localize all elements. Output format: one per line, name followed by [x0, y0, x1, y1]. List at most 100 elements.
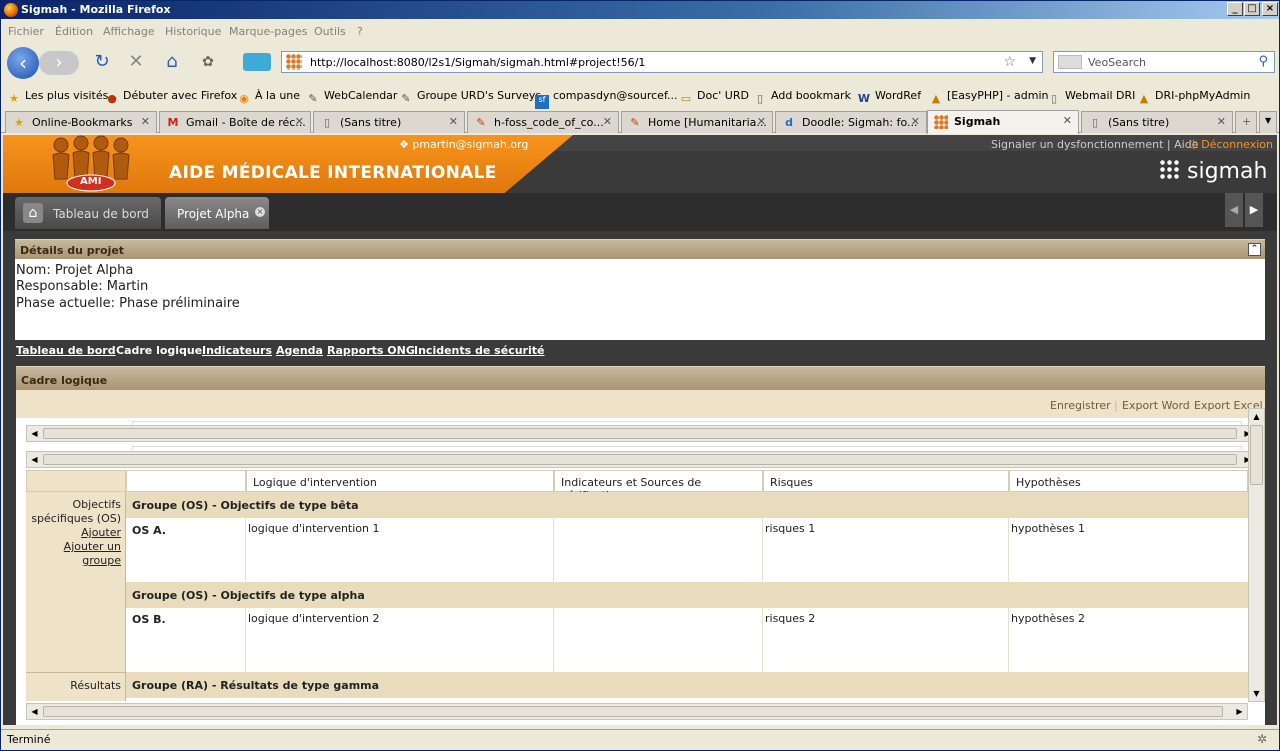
cell-hypotheses[interactable]: hypothèses 1	[1009, 518, 1248, 582]
browser-tab[interactable]: d Doodle: Sigmah: fo... ✕	[775, 111, 927, 133]
menu-help[interactable]: ?	[357, 25, 363, 38]
tab-scroll-left-button[interactable]: ◀	[1225, 193, 1243, 227]
cell-risks[interactable]: risques 2	[763, 608, 1009, 672]
forward-button[interactable]: ›	[39, 51, 79, 75]
horizontal-scrollbar[interactable]: ◀ ▶	[26, 425, 1256, 442]
cell-risks[interactable]: risques 1	[763, 518, 1009, 582]
collapse-icon[interactable]: ⌃	[1248, 243, 1261, 256]
save-button[interactable]: Enregistrer	[1050, 399, 1111, 412]
subnav-incidents-securite[interactable]: Incidents de sécurité	[414, 344, 544, 357]
screen-icon[interactable]	[243, 53, 271, 71]
cell-indicators[interactable]	[554, 518, 763, 582]
tab-dashboard[interactable]: ⌂ Tableau de bord	[15, 197, 161, 229]
logout-link[interactable]: ⏻ Déconnexion	[1189, 138, 1273, 152]
back-button[interactable]: ‹	[7, 47, 39, 79]
scroll-thumb[interactable]	[43, 454, 1237, 465]
bookmark-item[interactable]: ▭ Doc' URD	[679, 89, 749, 106]
maximize-button[interactable]: □	[1244, 2, 1260, 16]
search-icon[interactable]: ⚲	[1258, 54, 1268, 69]
cell-logic[interactable]: logique d'intervention 2	[246, 608, 554, 672]
menu-edition[interactable]: Édition	[55, 25, 93, 38]
close-tab-icon[interactable]: ✕	[757, 115, 766, 128]
browser-tab[interactable]: M Gmail - Boîte de réc... ✕	[159, 111, 311, 133]
scroll-left-icon[interactable]: ◀	[28, 427, 41, 440]
scroll-thumb[interactable]	[1250, 425, 1263, 485]
cell-hypotheses[interactable]: hypothèses 2	[1009, 608, 1248, 672]
close-tab-icon[interactable]: ✕	[449, 115, 458, 128]
power-icon: ⏻	[1189, 138, 1202, 151]
reload-icon[interactable]: ↻	[89, 49, 115, 75]
addon-icon[interactable]: ✿	[195, 49, 221, 75]
bookmark-item[interactable]: ▯ Webmail DRI	[1047, 89, 1135, 106]
section-label: Objectifs spécifiques (OS)	[31, 498, 121, 525]
browser-tab[interactable]: ▯ (Sans titre) ✕	[1081, 111, 1233, 133]
menu-historique[interactable]: Historique	[165, 25, 221, 38]
scroll-right-icon[interactable]: ▶	[1233, 705, 1246, 718]
bookmark-item[interactable]: ◉ À la une	[237, 89, 300, 106]
star-bookmark-icon[interactable]: ☆	[1003, 54, 1016, 70]
scroll-up-icon[interactable]: ▲	[1250, 410, 1263, 423]
bookmark-item[interactable]: ▲ DRI-phpMyAdmin	[1137, 89, 1251, 106]
close-tab-icon[interactable]: ✕	[295, 115, 304, 128]
url-dropdown-icon[interactable]: ▼	[1029, 56, 1036, 66]
search-bar[interactable]: VeoSearch ⚲	[1053, 51, 1275, 73]
cell-logic[interactable]: logique d'intervention 1	[246, 518, 554, 582]
new-tab-button[interactable]: +	[1235, 111, 1257, 133]
scroll-thumb[interactable]	[43, 428, 1237, 439]
minimize-button[interactable]: _	[1227, 2, 1243, 16]
close-tab-icon[interactable]: ✕	[603, 115, 612, 128]
top-links[interactable]: Signaler un dysfonctionnement | Aide	[991, 138, 1198, 151]
subnav-cadre-logique[interactable]: Cadre logique	[116, 344, 202, 357]
bookmark-item[interactable]: ✎ WebCalendar	[306, 89, 397, 106]
close-window-button[interactable]: ×	[1262, 2, 1278, 16]
subnav-rapports-ong[interactable]: Rapports ONG	[327, 344, 415, 357]
vertical-scrollbar[interactable]: ▲ ▼	[1248, 408, 1265, 702]
menu-marque-pages[interactable]: Marque-pages	[229, 25, 307, 38]
close-tab-icon[interactable]: ✕	[911, 115, 920, 128]
browser-tab[interactable]: ★ Online-Bookmarks ✕	[5, 111, 157, 133]
export-word-button[interactable]: Export Word	[1122, 399, 1190, 412]
add-link[interactable]: Ajouter	[26, 526, 121, 540]
bookmark-item[interactable]: ✎ Groupe URD's Surveys	[399, 89, 541, 106]
close-tab-icon[interactable]: ✕	[1217, 115, 1226, 128]
bookmark-item[interactable]: sf compasdyn@sourcef...	[535, 89, 678, 109]
scroll-left-icon[interactable]: ◀	[28, 705, 41, 718]
home-icon[interactable]: ⌂	[159, 49, 185, 75]
url-bar[interactable]: http://localhost:8080/l2s1/Sigmah/sigmah…	[281, 51, 1043, 73]
horizontal-scrollbar[interactable]: ◀ ▶	[26, 451, 1256, 468]
scroll-left-icon[interactable]: ◀	[28, 453, 41, 466]
bookmark-item[interactable]: W WordRef	[857, 89, 921, 106]
browser-tab-active[interactable]: Sigmah ✕	[927, 110, 1079, 134]
project-manager: Responsable: Martin	[16, 279, 149, 294]
close-tab-icon[interactable]: ×	[255, 207, 265, 217]
menu-affichage[interactable]: Affichage	[103, 25, 155, 38]
add-group-link[interactable]: Ajouter un groupe	[26, 540, 121, 568]
scroll-down-icon[interactable]: ▼	[1250, 687, 1263, 700]
close-tab-icon[interactable]: ✕	[141, 115, 150, 128]
horizontal-scrollbar[interactable]: ◀ ▶	[26, 703, 1248, 720]
tab-scroll-right-button[interactable]: ▶	[1245, 193, 1263, 227]
search-engine-icon[interactable]	[1058, 55, 1082, 69]
scroll-thumb[interactable]	[43, 706, 1223, 717]
tab-projet-alpha[interactable]: Projet Alpha ×	[165, 197, 269, 229]
group-row: Groupe (RA) - Résultats de type gamma	[126, 672, 1248, 698]
row-code[interactable]: OS B.	[126, 608, 246, 672]
subnav-tableau-de-bord[interactable]: Tableau de bord	[16, 344, 116, 357]
row-code[interactable]: OS A.	[126, 518, 246, 582]
browser-tab[interactable]: ✎ h-foss_code_of_co... ✕	[467, 111, 619, 133]
stop-icon[interactable]: ✕	[123, 49, 149, 75]
tab-list-button[interactable]: ▼	[1259, 111, 1277, 133]
close-tab-icon[interactable]: ✕	[1063, 114, 1072, 127]
menu-outils[interactable]: Outils	[314, 25, 346, 38]
bookmark-item[interactable]: ▲ [EasyPHP] - admin	[929, 89, 1049, 106]
bookmark-item[interactable]: ● Débuter avec Firefox	[105, 89, 237, 106]
menu-fichier[interactable]: Fichier	[8, 25, 44, 38]
column-header-indicators: Indicateurs et Sources de vérification	[554, 470, 763, 502]
cell-indicators[interactable]	[554, 608, 763, 672]
browser-tab[interactable]: ✎ Home [Humanitaria... ✕	[621, 111, 773, 133]
browser-tab[interactable]: ▯ (Sans titre) ✕	[313, 111, 465, 133]
bookmark-item[interactable]: ▯ Add bookmark	[753, 89, 851, 106]
bookmark-item[interactable]: ★ Les plus visités	[7, 89, 108, 106]
subnav-indicateurs[interactable]: Indicateurs	[202, 344, 272, 357]
subnav-agenda[interactable]: Agenda	[276, 344, 323, 357]
